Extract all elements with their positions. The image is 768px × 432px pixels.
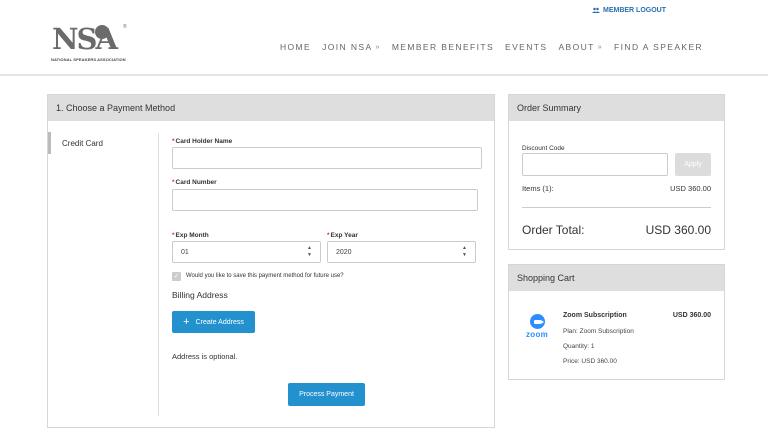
nav-label: HOME (280, 42, 312, 52)
plus-icon: + (183, 315, 190, 328)
logo-registered-mark: ® (123, 24, 127, 30)
member-logout-link[interactable]: MEMBER LOGOUT (592, 7, 666, 14)
items-value: USD 360.00 (670, 184, 711, 193)
card-number-label: *Card Number (172, 179, 217, 186)
spinner-arrows-icon[interactable]: ▲ ▼ (307, 245, 312, 259)
chevron-down-icon: » (375, 43, 381, 51)
exp-year-label-text: Exp Year (330, 232, 358, 239)
zoom-logo: zoom (524, 314, 550, 339)
create-address-label: Create Address (195, 318, 244, 326)
chevron-down-icon: » (597, 43, 604, 51)
address-optional-note: Address is optional. (172, 352, 238, 361)
order-summary-panel: Order Summary Discount Code Apply Items … (508, 94, 725, 250)
discount-code-input[interactable] (522, 153, 668, 176)
nav-label: FIND A SPEAKER (614, 42, 704, 52)
nav-item-join-nsa[interactable]: JOIN NSA» (322, 42, 381, 52)
required-mark: * (172, 179, 175, 186)
create-address-button[interactable]: + Create Address (172, 311, 255, 333)
discount-code-label: Discount Code (522, 145, 565, 152)
check-icon: ✓ (173, 273, 180, 280)
order-total-value: USD 360.00 (645, 223, 711, 237)
cart-item-name: Zoom Subscription (563, 312, 627, 319)
zoom-logo-word: zoom (525, 330, 549, 339)
billing-address-heading: Billing Address (172, 290, 228, 300)
shopping-cart-title: Shopping Cart (509, 265, 724, 291)
nav-label: EVENTS (505, 42, 548, 52)
cart-item-plan: Plan: Zoom Subscription (563, 328, 634, 335)
cart-item-quantity: Quantity: 1 (563, 343, 595, 350)
order-total-label: Order Total: (522, 223, 585, 237)
tab-credit-card-label: Credit Card (62, 138, 103, 148)
shopping-cart-panel: Shopping Cart zoom Zoom Subscription USD… (508, 264, 725, 380)
exp-year-select[interactable]: 2020 ▲ ▼ (327, 241, 476, 263)
logo-ball-icon (95, 25, 109, 39)
order-summary-title: Order Summary (509, 95, 724, 121)
payment-method-panel: 1. Choose a Payment Method Credit Card *… (47, 94, 495, 428)
save-method-checkbox[interactable]: ✓ (172, 272, 181, 281)
nav-label: JOIN NSA (322, 42, 373, 52)
exp-month-label: *Exp Month (172, 232, 209, 239)
card-number-label-text: Card Number (175, 179, 217, 186)
required-mark: * (327, 232, 330, 239)
card-holder-label: *Card Holder Name (172, 138, 232, 145)
nav-label: ABOUT (558, 42, 595, 52)
payment-panel-title: 1. Choose a Payment Method (48, 95, 494, 121)
tab-credit-card[interactable]: Credit Card (48, 132, 158, 154)
users-icon (592, 7, 600, 13)
items-label: Items (1): (522, 184, 554, 193)
header-divider (0, 74, 768, 76)
apply-button[interactable]: Apply (675, 153, 711, 176)
nav-label: MEMBER BENEFITS (391, 42, 495, 52)
exp-month-value: 01 (181, 248, 189, 256)
nav-item-events[interactable]: EVENTS (505, 42, 547, 52)
nsa-logo[interactable]: NSA ® NATIONAL SPEAKERS ASSOCIATION (50, 22, 130, 66)
zoom-camera-icon (529, 314, 545, 329)
cart-item-unit-price: Price: USD 360.00 (563, 358, 617, 365)
nav-item-member-benefits[interactable]: MEMBER BENEFITS (392, 42, 494, 52)
card-holder-label-text: Card Holder Name (175, 138, 233, 145)
card-holder-name-input[interactable] (172, 147, 482, 169)
exp-month-label-text: Exp Month (175, 232, 209, 239)
cart-item-price: USD 360.00 (672, 312, 711, 319)
tab-divider (158, 133, 159, 416)
process-payment-button[interactable]: Process Payment (288, 383, 365, 406)
spinner-arrows-icon[interactable]: ▲ ▼ (462, 245, 467, 259)
save-method-label: Would you like to save this payment meth… (186, 273, 344, 279)
card-number-input[interactable] (172, 189, 478, 211)
member-logout-label: MEMBER LOGOUT (603, 7, 666, 14)
required-mark: * (172, 232, 175, 239)
summary-divider (522, 207, 711, 208)
exp-month-select[interactable]: 01 ▲ ▼ (172, 241, 321, 263)
nav-item-find-a-speaker[interactable]: FIND A SPEAKER (614, 42, 703, 52)
main-nav: HOME JOIN NSA» MEMBER BENEFITS EVENTS AB… (280, 42, 714, 52)
nav-item-about[interactable]: ABOUT» (558, 42, 603, 52)
exp-year-value: 2020 (336, 248, 352, 256)
exp-year-label: *Exp Year (327, 232, 358, 239)
logo-tagline: NATIONAL SPEAKERS ASSOCIATION (51, 57, 126, 62)
nav-item-home[interactable]: HOME (280, 42, 311, 52)
required-mark: * (172, 138, 175, 145)
